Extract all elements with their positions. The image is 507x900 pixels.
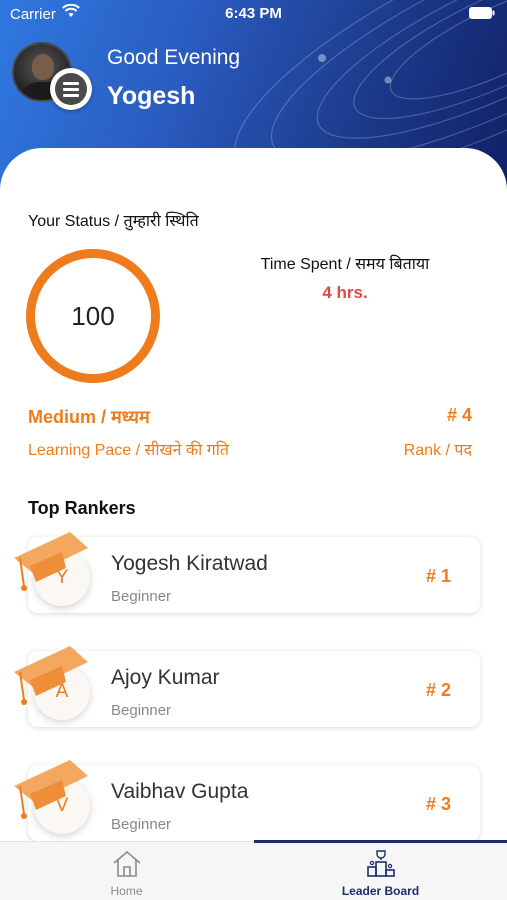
battery-icon: [469, 7, 495, 19]
time-spent-title: Time Spent / समय बिताया: [260, 256, 430, 273]
greeting: Good Evening: [107, 46, 241, 69]
ranker-level: Beginner: [111, 816, 172, 833]
ranker-card[interactable]: [28, 651, 480, 727]
bottom-tab-bar: Home Leader Board: [0, 840, 507, 900]
top-rankers-title: Top Rankers: [28, 498, 136, 518]
time-spent-value: 4 hrs.: [322, 283, 368, 302]
rank-value: # 4: [446, 405, 472, 425]
ranker-card[interactable]: [28, 765, 480, 841]
tab-home[interactable]: Home: [0, 842, 253, 900]
ranker-rank: # 3: [425, 794, 451, 814]
ranker-name: Ajoy Kumar: [111, 666, 220, 689]
username: Yogesh: [107, 82, 196, 110]
menu-icon: [55, 73, 87, 105]
ranker-level: Beginner: [111, 702, 172, 719]
ranker-name: Yogesh Kiratwad: [111, 552, 268, 575]
learning-pace-value: Medium / मध्यम: [28, 407, 150, 427]
menu-button[interactable]: [50, 68, 92, 110]
home-icon: [113, 850, 141, 877]
status-bar: Carrier 6:43 PM: [0, 0, 507, 28]
ranker-rank: # 1: [425, 566, 451, 586]
learning-pace-label: Learning Pace / सीखने की गति: [28, 442, 230, 459]
graduation-cap-icon: [14, 760, 88, 819]
graduation-cap-icon: [14, 646, 88, 705]
tab-leader-board-label: Leader Board: [341, 884, 420, 898]
ranker-level: Beginner: [111, 588, 172, 605]
rank-label: Rank / पद: [403, 442, 472, 459]
status-title: Your Status / तुम्हारी स्थिति: [28, 213, 199, 230]
clock: 6:43 PM: [225, 5, 282, 22]
ranker-name: Vaibhav Gupta: [111, 780, 249, 803]
graduation-cap-icon: [14, 532, 88, 591]
podium-icon: [367, 850, 395, 877]
tab-home-label: Home: [110, 884, 143, 898]
ranker-rank: # 2: [425, 680, 451, 700]
tab-leader-board[interactable]: Leader Board: [254, 842, 507, 900]
